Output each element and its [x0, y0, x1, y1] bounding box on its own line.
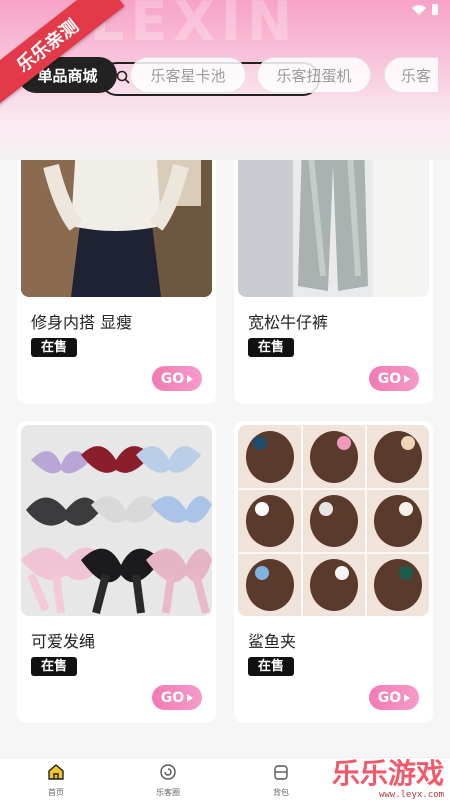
status-badge: 在售: [248, 338, 295, 357]
product-card[interactable]: 修身内搭 显瘦 在售 GO: [17, 102, 216, 404]
wifi-icon: [412, 4, 426, 15]
play-arrow-icon: [404, 693, 411, 702]
product-name: 修身内搭 显瘦: [31, 313, 133, 332]
backpack-icon: [274, 765, 288, 780]
product-name: 鲨鱼夹: [248, 632, 297, 651]
nav-home[interactable]: 首页: [31, 763, 81, 798]
tab-more[interactable]: 乐客: [384, 57, 438, 93]
product-name: 可爱发绳: [31, 632, 96, 651]
play-arrow-icon: [187, 693, 194, 702]
home-icon: [48, 764, 64, 780]
status-badge: 在售: [31, 338, 78, 357]
product-card[interactable]: 鲨鱼夹 在售 GO: [234, 421, 433, 723]
status-badge: 在售: [31, 657, 78, 676]
tab-gacha-machine[interactable]: 乐客扭蛋机: [257, 57, 371, 93]
play-arrow-icon: [404, 374, 411, 383]
product-card[interactable]: 宽松牛仔裤 在售 GO: [234, 102, 433, 404]
nav-label: 背包: [273, 788, 289, 797]
site-watermark: 乐乐游戏 www.leyx.com: [332, 752, 444, 800]
nav-backpack[interactable]: 背包: [256, 763, 306, 798]
status-badge: 在售: [248, 657, 295, 676]
nav-circle[interactable]: 乐客圈: [143, 763, 193, 798]
battery-icon: [432, 4, 438, 15]
tab-star-card-pool[interactable]: 乐客星卡池: [130, 57, 246, 93]
site-watermark-title: 乐乐游戏: [331, 757, 444, 790]
go-button[interactable]: GO: [152, 685, 202, 710]
product-name: 宽松牛仔裤: [248, 313, 329, 332]
product-photo-hair-bows: [21, 425, 212, 616]
product-photo-claw-clips: [238, 425, 429, 616]
nav-label: 首页: [48, 788, 64, 797]
product-photo-slim-top: [21, 106, 212, 297]
status-bar: [412, 4, 438, 15]
go-button[interactable]: GO: [369, 685, 419, 710]
product-card[interactable]: 可爱发绳 在售 GO: [17, 421, 216, 723]
category-tabs: 单品商城 乐客星卡池 乐客扭蛋机 乐客: [18, 57, 438, 97]
nav-label: 乐客圈: [156, 788, 180, 797]
product-photo-jeans: [238, 106, 429, 297]
go-button[interactable]: GO: [152, 366, 202, 391]
play-arrow-icon: [187, 374, 194, 383]
circle-icon: [160, 764, 176, 780]
go-button[interactable]: GO: [369, 366, 419, 391]
